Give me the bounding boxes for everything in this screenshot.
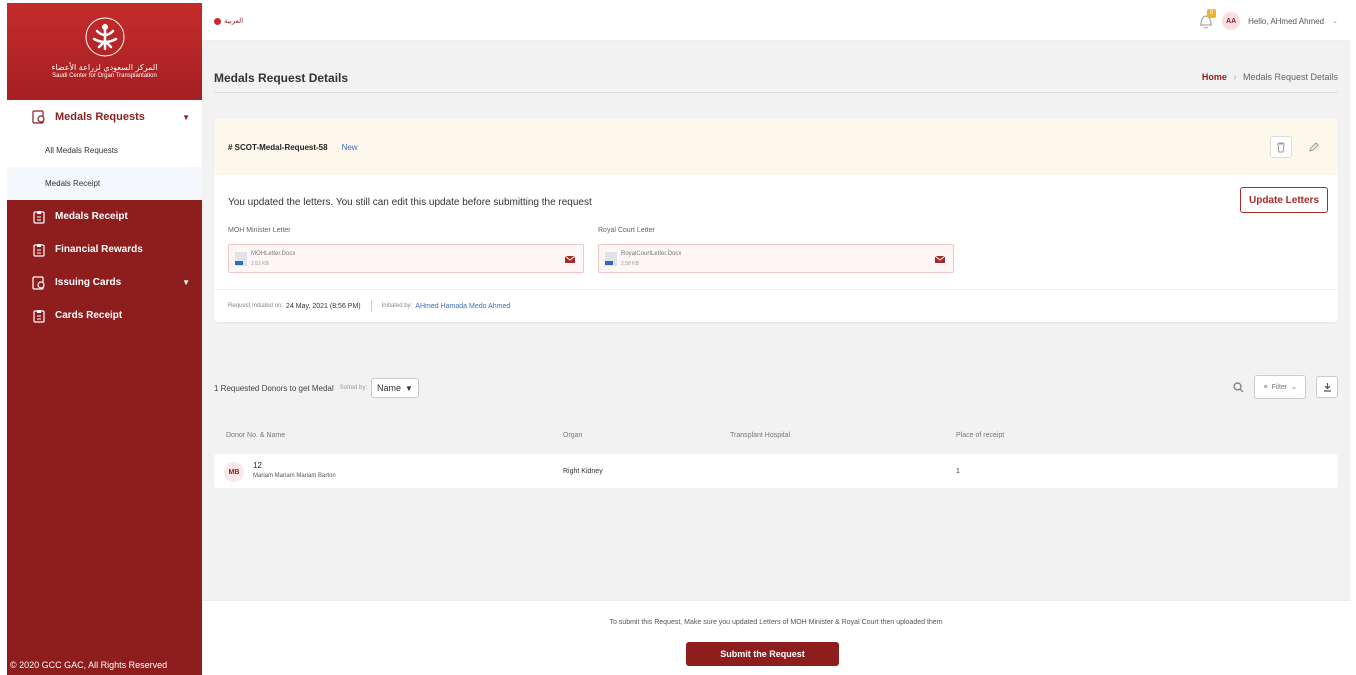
initiated-by-link[interactable]: AHmed Hamada Medo Ahmed — [415, 303, 510, 310]
donor-avatar: MB — [224, 462, 244, 482]
file-name: RoyalCourtLetter.Docx — [621, 251, 682, 257]
donor-list-header: 1 Requested Donors to get Medal Sorted b… — [214, 378, 419, 398]
file-size: 2.58 KB — [621, 261, 639, 267]
language-switch[interactable]: العربية — [214, 17, 243, 25]
file-name: MOHLetter.Docx — [251, 251, 296, 257]
breadcrumb-separator: › — [1233, 72, 1237, 82]
file-size: 2.52 KB — [251, 261, 269, 267]
breadcrumb-home-link[interactable]: Home — [1202, 72, 1227, 82]
breadcrumb-current: Medals Request Details — [1242, 72, 1338, 82]
download-icon — [1323, 383, 1331, 392]
avatar[interactable]: AA — [1222, 12, 1241, 30]
column-header-donor: Donor No. & Name — [226, 432, 286, 439]
donor-number: 12 — [253, 461, 262, 470]
download-envelope-icon[interactable] — [935, 254, 945, 263]
column-header-place: Place of receipt — [956, 432, 1005, 439]
user-greeting[interactable]: Hello, AHmed Ahmed — [1248, 17, 1324, 26]
organ-cell: Right Kidney — [563, 468, 603, 475]
initiated-on-label: Request Initiated on: — [228, 303, 284, 309]
filter-icon: ≡ — [1263, 383, 1268, 391]
download-envelope-icon[interactable] — [565, 254, 575, 263]
notification-badge: 0 — [1207, 9, 1217, 18]
submit-bar: To submit this Request, Make sure you up… — [202, 600, 1350, 675]
sidebar-item-label: Financial Rewards — [55, 244, 143, 255]
royal-court-letter-file[interactable]: RoyalCourtLetter.Docx 2.58 KB — [598, 244, 954, 273]
sidebar-item-label: Cards Receipt — [55, 310, 123, 321]
request-card: # SCOT-Medal-Request-58 New You updated … — [214, 119, 1338, 322]
sidebar-item-all-medals-requests[interactable]: All Medals Requests — [7, 134, 202, 167]
update-letters-button[interactable]: Update Letters — [1240, 187, 1328, 213]
filter-label: Filter — [1271, 383, 1288, 391]
pencil-icon — [1308, 141, 1319, 152]
filter-button[interactable]: ≡ Filter ⌄ — [1254, 375, 1306, 399]
globe-icon — [214, 17, 221, 25]
sidebar-group-label: Medals Requests — [55, 111, 145, 123]
main-content: Medals Request Details Home › Medals Req… — [202, 41, 1350, 600]
sidebar-item-cards-receipt[interactable]: Cards Receipt — [7, 299, 202, 332]
submit-request-button[interactable]: Submit the Request — [686, 642, 839, 666]
sidebar-item-medals-receipt-sub[interactable]: Medals Receipt — [7, 167, 202, 200]
table-row[interactable]: MB 12 Mariam Mariam Mariam Barton Right … — [214, 454, 1338, 488]
logo-english-text: Saudi Center for Organ Transplantation — [52, 73, 157, 79]
breadcrumb: Home › Medals Request Details — [1202, 72, 1338, 82]
user-area: 0 AA Hello, AHmed Ahmed ⌄ — [1198, 9, 1338, 30]
medal-doc-icon — [32, 275, 45, 290]
initiated-by-label: Initiated by: — [381, 303, 413, 309]
chevron-down-icon: ▼ — [405, 383, 413, 393]
chevron-down-icon: ▼ — [182, 278, 190, 287]
title-divider — [214, 92, 1338, 93]
divider — [370, 300, 372, 312]
submit-note: To submit this Request, Make sure you up… — [609, 619, 943, 626]
request-card-header: # SCOT-Medal-Request-58 New — [214, 119, 1338, 175]
clipboard-icon — [33, 243, 45, 257]
logo: المركز السعودي لزراعة الأعضاء Saudi Cent… — [7, 3, 202, 100]
sorted-by-label: Sorted by: — [339, 385, 367, 391]
medal-doc-icon — [32, 110, 45, 124]
doc-file-icon — [235, 252, 247, 266]
column-header-organ: Organ — [563, 432, 583, 439]
delete-button[interactable] — [1270, 136, 1292, 158]
sidebar-group-medals-requests[interactable]: Medals Requests ▼ — [7, 100, 202, 134]
request-id: # SCOT-Medal-Request-58 — [228, 142, 328, 152]
moh-letter-file[interactable]: MOHLetter.Docx 2.52 KB — [228, 244, 584, 273]
sidebar-item-medals-receipt[interactable]: Medals Receipt — [7, 200, 202, 233]
chevron-down-icon[interactable]: ⌄ — [1332, 17, 1338, 25]
sort-value: Name — [377, 383, 402, 393]
top-bar: العربية 0 AA Hello, AHmed Ahmed ⌄ — [202, 3, 1350, 41]
page-title: Medals Request Details — [214, 71, 349, 85]
column-header-hospital: Transplant Hospital — [730, 432, 791, 439]
sidebar-item-label: Issuing Cards — [55, 277, 122, 288]
chevron-down-icon: ▼ — [182, 112, 190, 122]
royal-court-letter-label: Royal Court Letter — [598, 227, 655, 234]
notifications-button[interactable]: 0 — [1198, 9, 1217, 30]
moh-letter-label: MOH Minister Letter — [228, 227, 291, 234]
language-label: العربية — [224, 18, 244, 25]
donor-count-text: 1 Requested Donors to get Medal — [214, 383, 334, 393]
logo-arabic-text: المركز السعودي لزراعة الأعضاء — [51, 63, 158, 72]
chevron-down-icon: ⌄ — [1291, 384, 1297, 391]
request-meta: Request Initiated on: 24 May, 2021 (8:56… — [214, 289, 1338, 322]
place-cell: 1 — [956, 468, 960, 475]
clipboard-icon — [33, 309, 45, 323]
edit-button[interactable] — [1302, 136, 1324, 158]
sidebar: المركز السعودي لزراعة الأعضاء Saudi Cent… — [7, 3, 202, 675]
download-button[interactable] — [1316, 376, 1338, 398]
sort-select[interactable]: Name ▼ — [371, 378, 419, 398]
donor-name: Mariam Mariam Mariam Barton — [253, 473, 336, 479]
organ-transplant-logo-icon — [85, 17, 124, 57]
sidebar-item-label: Medals Receipt — [55, 211, 128, 222]
initiated-on-value: 24 May, 2021 (8:56 PM) — [286, 302, 361, 310]
doc-file-icon — [605, 252, 617, 266]
clipboard-icon — [33, 210, 45, 224]
sidebar-item-financial-rewards[interactable]: Financial Rewards — [7, 233, 202, 266]
sidebar-item-issuing-cards[interactable]: Issuing Cards ▼ — [7, 266, 202, 299]
search-icon[interactable] — [1233, 381, 1244, 393]
update-info-text: You updated the letters. You still can e… — [228, 197, 592, 208]
copyright-text: © 2020 GCC GAC, All Rights Reserved — [10, 660, 168, 670]
list-tools: ≡ Filter ⌄ — [1233, 375, 1338, 399]
trash-icon — [1277, 142, 1285, 152]
status-badge: New — [341, 142, 358, 152]
